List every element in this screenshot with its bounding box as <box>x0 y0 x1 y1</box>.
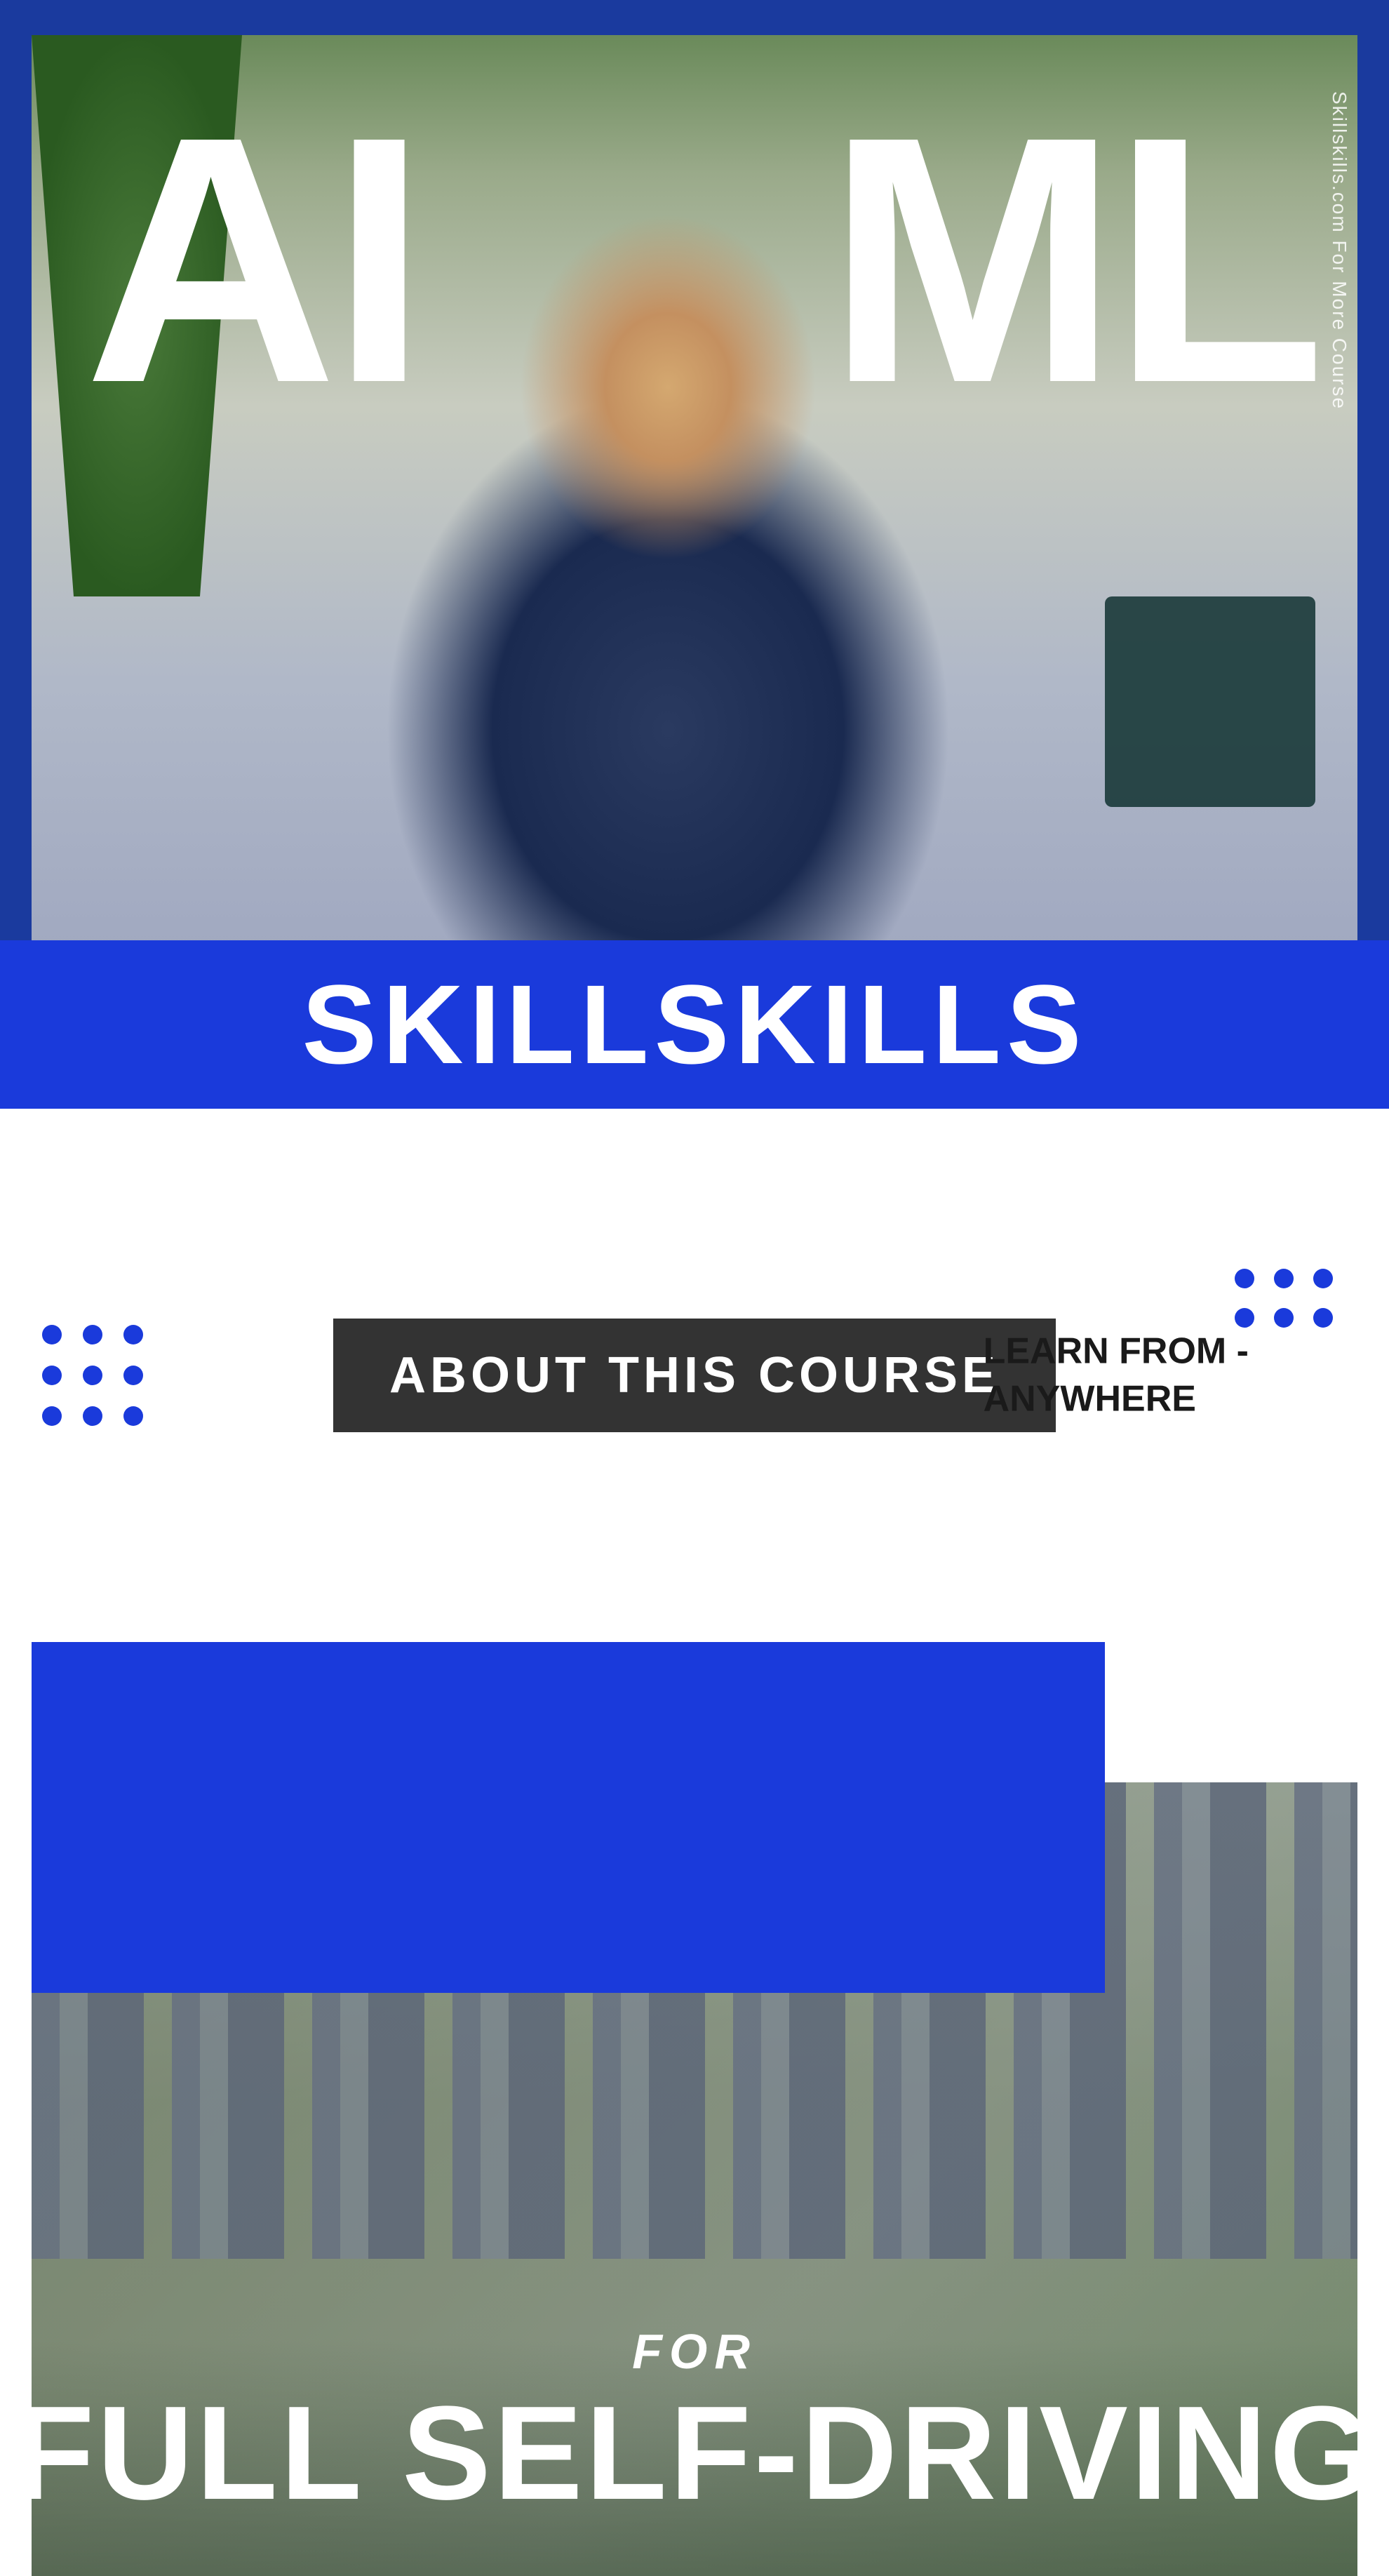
dot-9 <box>123 1406 143 1426</box>
hero-brand-bar: SKILLSKILLS <box>0 940 1389 1109</box>
hero-title-ml: ML <box>826 84 1319 435</box>
hero-section: Skillskills.com For More Course AI ML SK… <box>0 0 1389 1109</box>
dot-r1 <box>1235 1269 1254 1288</box>
selfdriving-section: FOR FULL SELF-DRIVING <box>0 1642 1389 2576</box>
dot-r6 <box>1313 1308 1333 1328</box>
dot-6 <box>123 1366 143 1385</box>
dot-r2 <box>1274 1269 1294 1288</box>
dots-pattern-right <box>1235 1269 1333 1328</box>
about-course-text: ABOUT THIS COURSE <box>389 1347 1000 1404</box>
learn-from-line1: LEARN FROM - <box>984 1330 1249 1371</box>
dot-3 <box>123 1325 143 1344</box>
selfdriving-text-block: FOR FULL SELF-DRIVING <box>0 2323 1389 2520</box>
blue-decorative-block <box>32 1642 1105 1993</box>
hero-dots-decoration <box>1105 596 1315 807</box>
for-label: FOR <box>0 2323 1389 2380</box>
watermark-text: Skillskills.com For More Course <box>1328 91 1350 410</box>
middle-section: ABOUT THIS COURSE LEARN FROM - ANYWHERE <box>0 1109 1389 1642</box>
dot-5 <box>83 1366 102 1385</box>
dot-r3 <box>1313 1269 1333 1288</box>
hero-title-ai: AI <box>84 84 421 435</box>
dot-1 <box>42 1325 62 1344</box>
dot-4 <box>42 1366 62 1385</box>
learn-from-text: LEARN FROM - ANYWHERE <box>984 1328 1249 1422</box>
about-course-badge[interactable]: ABOUT THIS COURSE <box>333 1319 1056 1432</box>
fullself-driving-title: FULL SELF-DRIVING <box>0 2387 1389 2520</box>
dot-2 <box>83 1325 102 1344</box>
hero-brand-text: SKILLSKILLS <box>302 960 1087 1089</box>
dot-r5 <box>1274 1308 1294 1328</box>
dots-pattern-left <box>42 1325 143 1426</box>
learn-from-line2: ANYWHERE <box>984 1378 1196 1419</box>
dot-7 <box>42 1406 62 1426</box>
dot-r4 <box>1235 1308 1254 1328</box>
dot-8 <box>83 1406 102 1426</box>
